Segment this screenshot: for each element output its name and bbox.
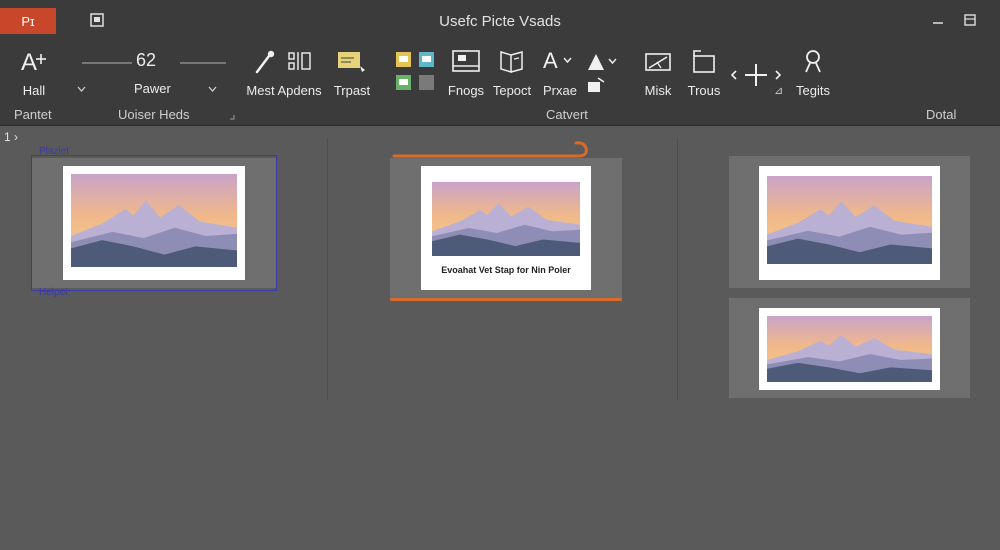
frame-icon xyxy=(452,50,480,72)
mountain-photo xyxy=(767,176,932,264)
hall-label: Hall xyxy=(22,83,46,98)
book-icon xyxy=(500,50,523,74)
zoom-value: 62 xyxy=(136,50,157,70)
ribbon-toolbar: A Hall 62 Pawer Mest Apdens Trpast Fnogs… xyxy=(0,40,1000,126)
chevron-down-icon[interactable] xyxy=(77,86,86,92)
prxae-label: Prxae xyxy=(543,83,577,98)
shape-fill-icon[interactable] xyxy=(584,50,624,96)
note-icon xyxy=(338,52,365,72)
svg-text:A: A xyxy=(21,49,37,76)
chevron-down-icon[interactable] xyxy=(208,86,217,92)
group-label-dotal: Dotal xyxy=(926,107,957,122)
column-divider xyxy=(327,138,328,400)
minimize-icon[interactable] xyxy=(930,12,946,28)
prxae-button[interactable]: A Prxae xyxy=(538,48,582,98)
group-expand-icon[interactable] xyxy=(229,114,235,120)
hall-button[interactable]: A Hall xyxy=(16,48,52,98)
title-bar: Pɪ Usefc Picte Vsads xyxy=(0,0,1000,40)
mountain-photo xyxy=(767,316,932,382)
restore-icon[interactable] xyxy=(962,12,978,28)
tegits-label: Tegits xyxy=(796,83,830,98)
tepoct-button[interactable]: Tepoct xyxy=(490,48,534,98)
misk-label: Misk xyxy=(644,83,672,98)
mountain-photo xyxy=(432,182,580,256)
group-label-catvert: Catvert xyxy=(546,107,588,122)
trous-button[interactable]: Trous xyxy=(684,48,724,98)
fnogs-label: Fnogs xyxy=(447,83,485,98)
misk-button[interactable]: Misk xyxy=(638,48,678,98)
group-label-pantet: Pantet xyxy=(14,107,52,122)
person-icon xyxy=(805,50,821,73)
group-label-uoiser-heds: Uoiser Heds xyxy=(118,107,190,122)
svg-text:A: A xyxy=(543,48,558,73)
zoom-label: Pawer xyxy=(134,81,171,96)
selection-top-label: Plazlet xyxy=(39,146,70,157)
brush-icon xyxy=(255,50,311,74)
ruler-mark: 1 › xyxy=(4,130,19,144)
photo-caption: Evoahat Vet Stap for Nin Poler xyxy=(441,265,571,275)
crop-icon xyxy=(645,53,671,71)
add-sub-icon: ⊿ xyxy=(774,85,784,97)
orange-underline xyxy=(390,298,622,301)
mest-apdens-label: Mest Apdens xyxy=(246,83,322,98)
rotate-frame-icon xyxy=(693,50,715,73)
tegits-button[interactable]: Tegits xyxy=(790,48,836,98)
selection-bottom-label: Helpet xyxy=(39,287,68,298)
mest-apdens-button[interactable]: Mest Apdens xyxy=(244,48,324,98)
trpast-button[interactable]: Trpast xyxy=(330,48,374,98)
selection-box[interactable] xyxy=(31,155,277,291)
trous-label: Trous xyxy=(687,83,721,98)
fnogs-button[interactable]: Fnogs xyxy=(446,48,486,98)
column-divider xyxy=(677,138,678,400)
tepoct-label: Tepoct xyxy=(492,83,532,98)
window-title: Usefc Picte Vsads xyxy=(439,13,561,30)
font-color-icon: A xyxy=(543,48,572,73)
font-a-icon: A xyxy=(21,49,46,76)
trpast-label: Trpast xyxy=(333,83,371,98)
layout-tiles-icon[interactable] xyxy=(394,50,440,96)
